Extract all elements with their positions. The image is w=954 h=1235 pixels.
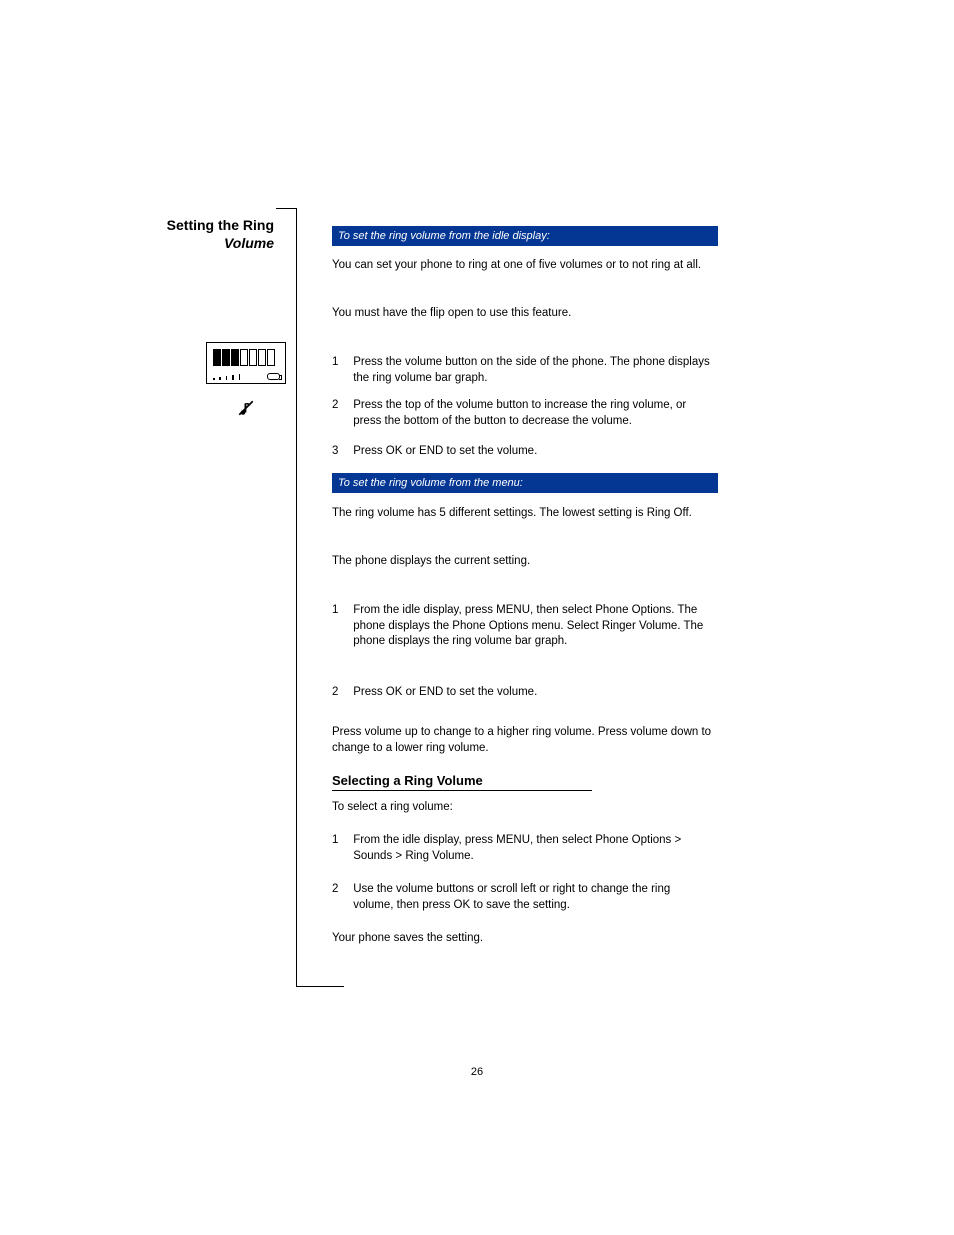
intro-paragraph-2: You must have the flip open to use this … [332, 306, 720, 322]
subheading-selecting-ring-volume: Selecting a Ring Volume [332, 773, 592, 791]
ringer-off-icon [237, 399, 255, 417]
step-text: Press OK or END to set the volume. [353, 685, 713, 701]
section-bar-label: To set the ring volume from the menu: [338, 477, 523, 489]
step-2-section3: 2 Use the volume buttons or scroll left … [332, 882, 720, 913]
final-paragraph: Your phone saves the setting. [332, 931, 720, 947]
page-container: Setting the Ring Volume [0, 0, 954, 1235]
sub-intro-paragraph: To select a ring volume: [332, 800, 720, 816]
horizontal-rule-top [276, 208, 296, 209]
step-text: From the idle display, press MENU, then … [353, 603, 713, 650]
step-number: 2 [332, 685, 350, 701]
side-heading-line1: Setting the Ring [74, 216, 274, 234]
step-2-section2: 2 Press OK or END to set the volume. [332, 685, 720, 701]
step-1-section3: 1 From the idle display, press MENU, the… [332, 833, 720, 864]
step-text: Press OK or END to set the volume. [353, 444, 713, 460]
step-1-section1: 1 Press the volume button on the side of… [332, 355, 720, 386]
step-number: 2 [332, 398, 350, 414]
vertical-rule [296, 208, 297, 986]
intro-paragraph-4: The phone displays the current setting. [332, 554, 720, 570]
step-number: 1 [332, 355, 350, 371]
side-heading: Setting the Ring Volume [74, 216, 274, 252]
step-text: Press the volume button on the side of t… [353, 355, 713, 386]
intro-paragraph-3: The ring volume has 5 different settings… [332, 506, 720, 522]
step-text: Use the volume buttons or scroll left or… [353, 882, 713, 913]
step-number: 2 [332, 882, 350, 898]
step-text: From the idle display, press MENU, then … [353, 833, 713, 864]
step-2-section1: 2 Press the top of the volume button to … [332, 398, 720, 429]
step-3-section1: 3 Press OK or END to set the volume. [332, 444, 720, 460]
intro-paragraph-1: You can set your phone to ring at one of… [332, 258, 720, 274]
signal-strength-icon [213, 362, 241, 380]
lcd-display-illustration [206, 342, 286, 384]
tip-paragraph: Press volume up to change to a higher ri… [332, 725, 720, 756]
horizontal-rule-bottom [296, 986, 344, 987]
side-heading-line2: Volume [74, 234, 274, 252]
step-number: 1 [332, 833, 350, 849]
section-bar-menu: To set the ring volume from the menu: [332, 473, 718, 493]
section-bar-idle-display: To set the ring volume from the idle dis… [332, 226, 718, 246]
step-number: 1 [332, 603, 350, 619]
page-number: 26 [0, 1066, 954, 1078]
step-number: 3 [332, 444, 350, 460]
step-1-section2: 1 From the idle display, press MENU, the… [332, 603, 720, 650]
battery-icon [267, 373, 280, 380]
section-bar-label: To set the ring volume from the idle dis… [338, 230, 550, 242]
step-text: Press the top of the volume button to in… [353, 398, 713, 429]
